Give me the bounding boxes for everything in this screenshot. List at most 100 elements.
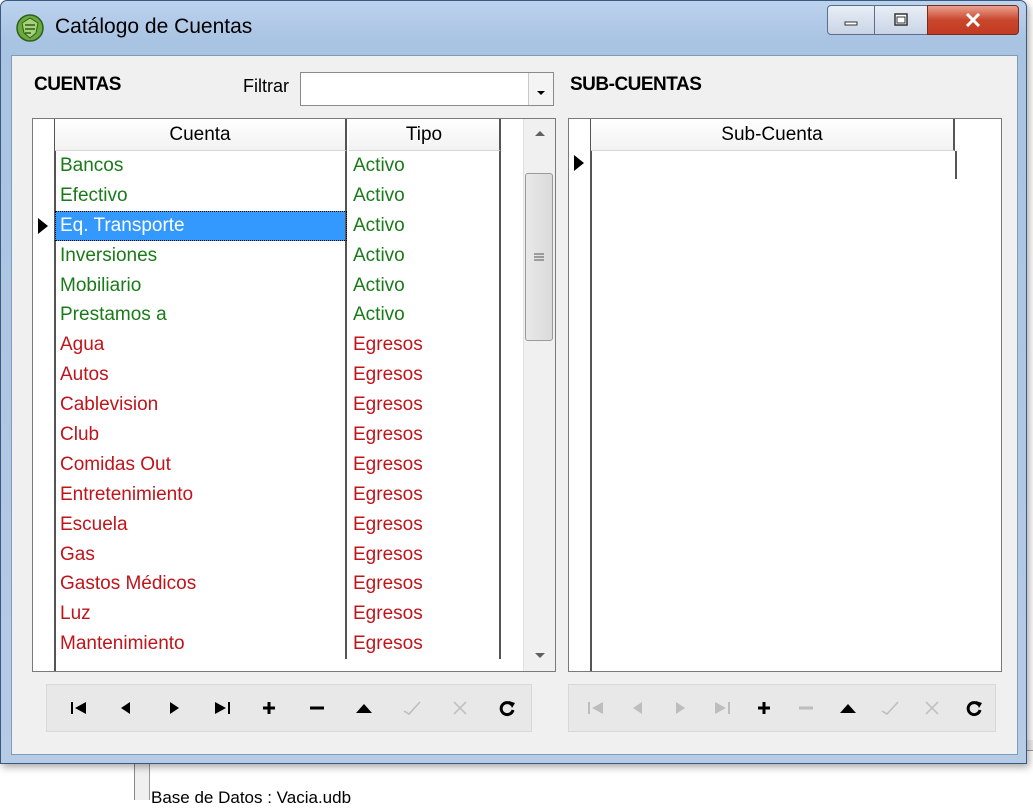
cuentas-grid[interactable]: Cuenta Tipo Bancos Activo Efectivo Activo Eq… [32, 118, 556, 672]
cell-cuenta[interactable]: Cablevision [55, 390, 347, 421]
nav-post-button[interactable] [869, 686, 911, 730]
nav-insert-button[interactable] [743, 686, 785, 730]
cell-tipo[interactable]: Egresos [349, 599, 501, 630]
cell-cuenta[interactable]: Luz [55, 599, 347, 630]
nav-first-button[interactable] [55, 686, 103, 730]
edit-up-icon [840, 704, 856, 713]
nav-last-button[interactable] [701, 686, 743, 730]
maximize-button[interactable] [874, 5, 928, 35]
nav-delete-button[interactable] [785, 686, 827, 730]
cell-cuenta[interactable]: Escuela [55, 509, 347, 540]
cell-tipo[interactable]: Egresos [349, 390, 501, 421]
cell-tipo[interactable]: Egresos [349, 360, 501, 391]
nav-post-button[interactable] [388, 686, 436, 730]
table-row[interactable]: Inversiones Activo [55, 240, 501, 271]
nav-refresh-button[interactable] [483, 686, 531, 730]
cell-tipo[interactable]: Activo [349, 180, 501, 211]
column-header-cuenta[interactable]: Cuenta [55, 119, 347, 151]
table-row[interactable]: Agua Egresos [55, 330, 501, 361]
prior-record-icon [121, 702, 131, 714]
table-row[interactable]: Efectivo Activo [55, 180, 501, 211]
nav-first-button[interactable] [575, 686, 617, 730]
cell-tipo[interactable]: Egresos [349, 330, 501, 361]
table-row[interactable]: Entretenimiento Egresos [55, 479, 501, 510]
table-row[interactable]: Club Egresos [55, 420, 501, 450]
table-row[interactable]: Autos Egresos [55, 360, 501, 391]
nav-delete-button[interactable] [293, 686, 341, 730]
table-row[interactable]: Eq. Transporte Activo [55, 210, 501, 241]
minus-icon [799, 706, 813, 710]
close-icon [965, 13, 981, 27]
column-divider [955, 151, 957, 179]
cell-cuenta[interactable]: Agua [55, 330, 347, 361]
last-record-icon [715, 702, 730, 714]
filter-combobox[interactable] [300, 72, 554, 106]
table-row[interactable]: Comidas Out Egresos [55, 449, 501, 480]
nav-last-button[interactable] [198, 686, 246, 730]
cell-tipo[interactable]: Activo [349, 210, 501, 241]
cell-tipo[interactable]: Activo [349, 300, 501, 331]
close-button[interactable] [927, 5, 1019, 35]
table-row[interactable]: Mobiliario Activo [55, 270, 501, 301]
cell-tipo[interactable]: Egresos [349, 629, 501, 660]
scroll-down-button[interactable] [524, 641, 555, 671]
column-header-tipo[interactable]: Tipo [349, 119, 501, 151]
table-row[interactable]: Mantenimiento Egresos [55, 629, 501, 660]
x-icon [925, 701, 939, 715]
refresh-icon [499, 701, 516, 717]
last-record-icon [214, 702, 230, 714]
cell-cuenta[interactable]: Inversiones [55, 240, 347, 271]
nav-prior-button[interactable] [617, 686, 659, 730]
cell-cuenta[interactable]: Prestamos a [55, 300, 347, 331]
nav-next-button[interactable] [150, 686, 198, 730]
table-row[interactable]: Gastos Médicos Egresos [55, 569, 501, 600]
title-bar[interactable]: Catálogo de Cuentas [1, 1, 1026, 53]
cell-cuenta[interactable]: Autos [55, 360, 347, 391]
chevron-down-icon[interactable] [528, 73, 553, 105]
cell-tipo[interactable]: Egresos [349, 420, 501, 450]
nav-edit-button[interactable] [341, 686, 389, 730]
nav-cancel-button[interactable] [436, 686, 484, 730]
subcuentas-navigator [568, 684, 996, 732]
first-record-icon [588, 702, 603, 714]
subcuentas-grid[interactable]: Sub-Cuenta [568, 118, 1002, 672]
check-icon [403, 701, 421, 715]
nav-refresh-button[interactable] [953, 686, 995, 730]
nav-edit-button[interactable] [827, 686, 869, 730]
cell-tipo[interactable]: Egresos [349, 479, 501, 510]
table-row[interactable]: Cablevision Egresos [55, 390, 501, 421]
table-row[interactable]: Gas Egresos [55, 539, 501, 570]
column-header-sub-cuenta[interactable]: Sub-Cuenta [591, 119, 955, 151]
cell-tipo[interactable]: Activo [349, 270, 501, 301]
plus-icon [263, 702, 276, 714]
nav-next-button[interactable] [659, 686, 701, 730]
cell-cuenta[interactable]: Efectivo [55, 180, 347, 211]
next-record-icon [676, 702, 685, 714]
scroll-thumb[interactable] [525, 173, 553, 341]
cell-tipo[interactable]: Egresos [349, 539, 501, 570]
cell-tipo[interactable]: Egresos [349, 509, 501, 540]
scroll-up-button[interactable] [524, 119, 555, 149]
cell-tipo[interactable]: Egresos [349, 569, 501, 600]
cell-tipo[interactable]: Activo [349, 151, 501, 181]
table-row[interactable]: Escuela Egresos [55, 509, 501, 540]
nav-prior-button[interactable] [103, 686, 151, 730]
cell-cuenta[interactable]: Mantenimiento [55, 629, 347, 660]
table-row[interactable]: Luz Egresos [55, 599, 501, 630]
cell-cuenta[interactable]: Gastos Médicos [55, 569, 347, 600]
vertical-scrollbar[interactable] [523, 119, 555, 671]
cell-cuenta[interactable]: Club [55, 420, 347, 450]
minimize-button[interactable] [827, 5, 875, 35]
nav-insert-button[interactable] [245, 686, 293, 730]
cell-cuenta[interactable]: Comidas Out [55, 449, 347, 480]
cell-tipo[interactable]: Activo [349, 240, 501, 271]
cell-cuenta[interactable]: Eq. Transporte [55, 210, 347, 241]
cell-tipo[interactable]: Egresos [349, 449, 501, 480]
table-row[interactable]: Prestamos a Activo [55, 300, 501, 331]
cell-cuenta[interactable]: Entretenimiento [55, 479, 347, 510]
cell-cuenta[interactable]: Bancos [55, 151, 347, 181]
cell-cuenta[interactable]: Gas [55, 539, 347, 570]
cell-cuenta[interactable]: Mobiliario [55, 270, 347, 301]
nav-cancel-button[interactable] [911, 686, 953, 730]
table-row[interactable]: Bancos Activo [55, 151, 501, 181]
